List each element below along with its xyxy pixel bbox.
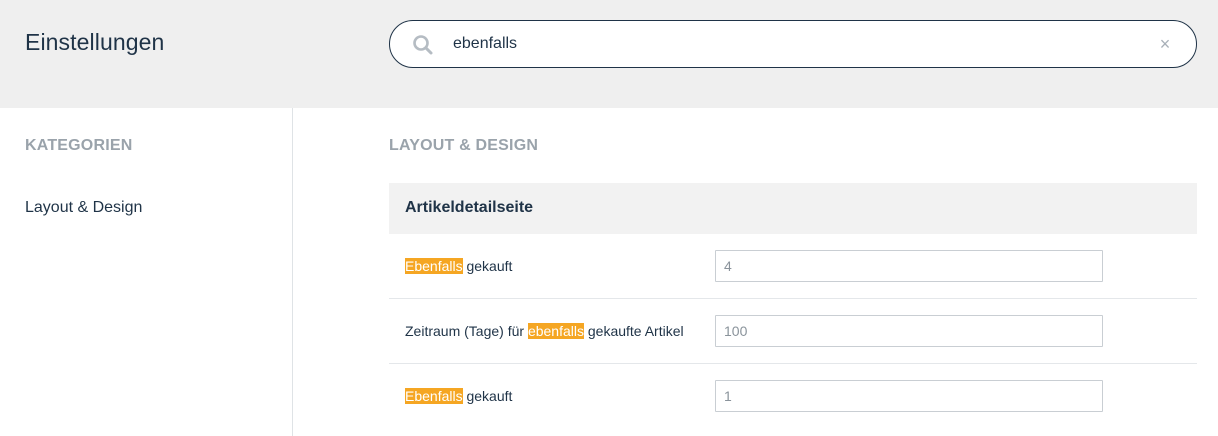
- section-heading: LAYOUT & DESIGN: [389, 137, 539, 154]
- setting-row: Ebenfalls gekauft: [389, 234, 1197, 299]
- sidebar: KATEGORIEN Layout & Design: [0, 108, 293, 436]
- search-highlight: Ebenfalls: [405, 258, 463, 274]
- sidebar-heading: KATEGORIEN: [25, 137, 133, 154]
- setting-label: Zeitraum (Tage) für ebenfalls gekaufte A…: [405, 323, 684, 339]
- setting-row: Zeitraum (Tage) für ebenfalls gekaufte A…: [389, 299, 1197, 364]
- group-title: Artikeldetailseite: [405, 199, 534, 216]
- setting-label: Ebenfalls gekauft: [405, 388, 512, 404]
- group-header: Artikeldetailseite: [389, 183, 1197, 234]
- label-suffix: gekauft: [462, 388, 513, 404]
- search-input[interactable]: [453, 31, 1133, 57]
- search-highlight: ebenfalls: [527, 323, 584, 339]
- sidebar-item-layout-design[interactable]: Layout & Design: [25, 199, 142, 217]
- label-suffix: gekauft: [462, 258, 513, 274]
- setting-label: Ebenfalls gekauft: [405, 258, 512, 274]
- label-prefix: Zeitraum (Tage) für: [405, 323, 528, 339]
- setting-value-input[interactable]: [715, 315, 1103, 347]
- setting-row: Ebenfalls gekauft: [389, 364, 1197, 429]
- search-highlight: Ebenfalls: [405, 388, 463, 404]
- setting-value-input[interactable]: [715, 380, 1103, 412]
- label-suffix: gekaufte Artikel: [583, 323, 684, 339]
- setting-value-input[interactable]: [715, 250, 1103, 282]
- close-icon[interactable]: ×: [1154, 33, 1176, 55]
- page-title: Einstellungen: [25, 29, 165, 55]
- search-bar[interactable]: ×: [389, 20, 1197, 68]
- search-icon: [412, 34, 434, 56]
- page-header: Einstellungen ×: [0, 0, 1218, 108]
